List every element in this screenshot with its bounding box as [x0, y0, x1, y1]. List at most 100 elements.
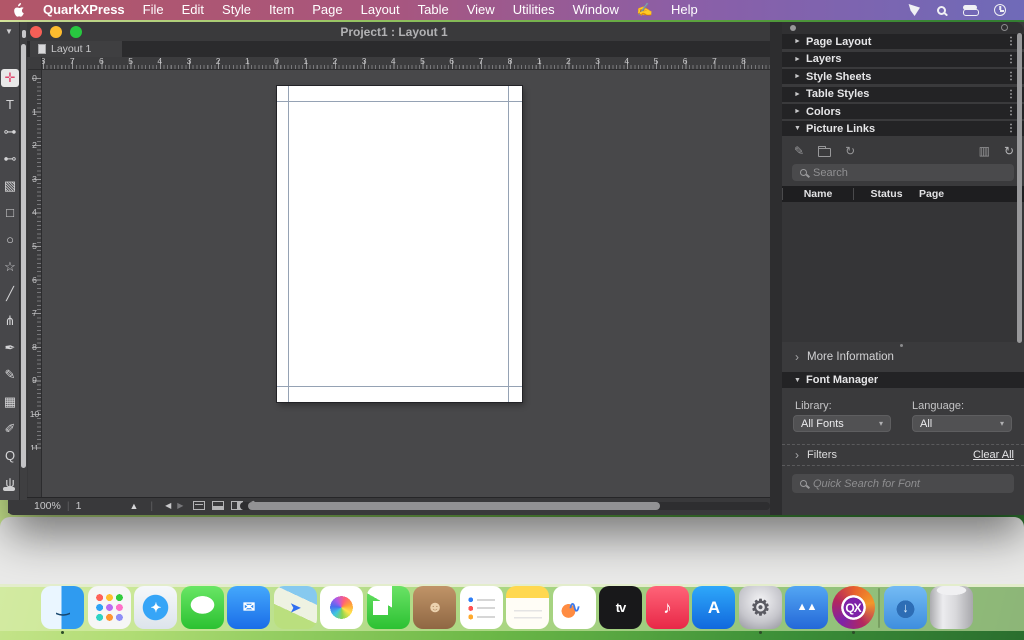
menu-extra-icon[interactable] — [908, 4, 920, 16]
panel-collapse-ring[interactable] — [1001, 24, 1008, 31]
tool-button[interactable]: ⊷ — [0, 145, 20, 172]
horizontal-scrollbar-thumb[interactable] — [248, 502, 660, 510]
pasteboard[interactable] — [42, 70, 770, 497]
close-button[interactable] — [30, 26, 42, 38]
dock-item[interactable]: ↓ — [884, 586, 927, 629]
tool-button[interactable]: ☆ — [0, 253, 20, 280]
section-menu-icon[interactable]: ⋮ — [1006, 54, 1016, 65]
section-menu-icon[interactable]: ⋮ — [1006, 36, 1016, 47]
panel-section-header[interactable]: ► Style Sheets ⋮ — [782, 69, 1024, 84]
tool-button[interactable]: ✛ — [0, 64, 20, 91]
menu-item[interactable]: File — [134, 0, 173, 20]
library-select[interactable]: All Fonts ▾ — [793, 415, 891, 432]
filters-label[interactable]: Filters — [807, 449, 837, 461]
edit-link-icon[interactable]: ✎ — [794, 144, 804, 158]
dock-item[interactable] — [88, 586, 131, 629]
dock-item[interactable]: ♪ — [646, 586, 689, 629]
open-folder-icon[interactable] — [818, 146, 831, 157]
palette-scrollbar-thumb[interactable] — [21, 44, 26, 468]
column-header[interactable]: Page — [919, 188, 944, 200]
menu-item[interactable]: Utilities — [504, 0, 564, 20]
dock-item[interactable]: ▲▲ — [785, 586, 828, 629]
document-page[interactable] — [277, 86, 522, 402]
dock-item[interactable] — [460, 586, 503, 629]
palette-drag-pill[interactable] — [3, 487, 15, 491]
previous-page-button[interactable]: ◀ — [165, 501, 171, 510]
language-select[interactable]: All ▾ — [912, 415, 1012, 432]
tool-button[interactable]: ▦ — [0, 388, 20, 415]
dock-item[interactable] — [367, 586, 410, 629]
tool-button[interactable]: ╱ — [0, 280, 20, 307]
dock-item[interactable] — [320, 586, 363, 629]
tool-button[interactable]: ⋔ — [0, 307, 20, 334]
tool-button[interactable]: ✒ — [0, 334, 20, 361]
sync-icon[interactable]: ↻ — [845, 144, 855, 158]
minimize-button[interactable] — [50, 26, 62, 38]
column-header[interactable]: Name — [782, 188, 853, 200]
picture-links-header[interactable]: ▼ Picture Links ⋮ — [782, 121, 1024, 136]
picture-links-search[interactable] — [792, 164, 1014, 181]
page-number[interactable]: 1 — [76, 500, 82, 512]
section-menu-icon[interactable]: ⋮ — [1006, 123, 1016, 134]
title-bar[interactable]: Project1 : Layout 1 — [8, 22, 780, 41]
dock-item[interactable]: ‿ — [41, 586, 84, 629]
zoom-button[interactable] — [70, 26, 82, 38]
tab-layout-1[interactable]: Layout 1 — [30, 41, 122, 57]
tool-button[interactable]: ⊶ — [0, 118, 20, 145]
menu-item[interactable]: Window — [564, 0, 628, 20]
tool-button[interactable]: T — [0, 91, 20, 118]
dock-item[interactable]: ✉ — [227, 586, 270, 629]
menu-item[interactable]: Table — [409, 0, 458, 20]
palette-scrollbar-knob[interactable] — [22, 30, 26, 38]
view-mode-split-icon[interactable] — [212, 501, 224, 510]
dock-item[interactable]: ∿ — [553, 586, 596, 629]
tool-button[interactable]: ψ — [0, 469, 20, 496]
panel-handle-dot[interactable] — [790, 25, 796, 31]
dock-item[interactable]: ✦ — [134, 586, 177, 629]
dock-item[interactable] — [878, 588, 880, 628]
columns-icon[interactable]: ▥ — [979, 144, 990, 158]
palette-menu-caret[interactable]: ▼ — [0, 22, 19, 36]
dock-item[interactable] — [181, 586, 224, 629]
horizontal-scrollbar-track[interactable] — [240, 502, 770, 510]
dock-item[interactable] — [506, 586, 549, 629]
clear-all-link[interactable]: Clear All — [973, 449, 1014, 461]
view-mode-pages-icon[interactable] — [193, 501, 205, 510]
menu-item[interactable]: ✍ — [628, 0, 662, 20]
dock-item[interactable] — [930, 586, 973, 629]
panel-section-header[interactable]: ► Table Styles ⋮ — [782, 87, 1024, 102]
background-window[interactable] — [0, 517, 1024, 587]
column-header[interactable]: Status — [853, 188, 919, 200]
menu-item[interactable]: QuarkXPress — [34, 0, 134, 20]
panel-vertical-scrollbar[interactable] — [1017, 33, 1022, 343]
tool-button[interactable]: ▧ — [0, 172, 20, 199]
apple-menu-icon[interactable] — [12, 3, 34, 17]
ruler-origin-box[interactable] — [28, 57, 42, 70]
section-menu-icon[interactable]: ⋮ — [1006, 106, 1016, 117]
clock-icon[interactable] — [994, 4, 1006, 16]
dock-item[interactable]: ➤ — [274, 586, 317, 629]
section-menu-icon[interactable]: ⋮ — [1006, 89, 1016, 100]
panel-section-header[interactable]: ► Layers ⋮ — [782, 52, 1024, 67]
dock-item[interactable]: A — [692, 586, 735, 629]
menu-item[interactable]: Layout — [352, 0, 409, 20]
page-popup-button[interactable]: ▲ — [129, 501, 138, 511]
tool-button[interactable]: Q — [0, 442, 20, 469]
menu-item[interactable]: Page — [303, 0, 351, 20]
search-input[interactable] — [813, 167, 1006, 179]
font-search[interactable] — [792, 474, 1014, 493]
panel-section-header[interactable]: ► Colors ⋮ — [782, 104, 1024, 119]
section-menu-icon[interactable]: ⋮ — [1006, 71, 1016, 82]
tool-button[interactable]: ✎ — [0, 361, 20, 388]
picture-links-list[interactable] — [782, 202, 1024, 342]
spotlight-icon[interactable] — [937, 6, 946, 15]
refresh-icon[interactable]: ↻ — [1004, 144, 1014, 158]
menu-item[interactable]: Edit — [173, 0, 213, 20]
dock-item[interactable]: QX — [832, 586, 875, 629]
tool-button[interactable]: □ — [0, 199, 20, 226]
menu-item[interactable]: View — [458, 0, 504, 20]
dock-item[interactable]: ☻ — [413, 586, 456, 629]
more-information-row[interactable]: › More Information — [782, 342, 1024, 372]
zoom-level[interactable]: 100% — [34, 500, 61, 512]
control-center-icon[interactable] — [963, 5, 977, 16]
